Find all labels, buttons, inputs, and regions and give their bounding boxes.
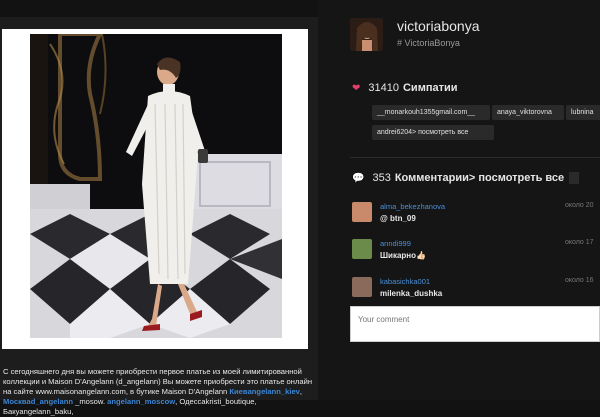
comment-bubble-icon: 💬 [352,172,365,184]
post-caption: С сегодняшнего дня вы можете приобрести … [3,367,313,417]
comment-username[interactable]: anndi999 [380,239,411,248]
likes-label: Симпатии [402,82,458,94]
profile-username[interactable]: victoriabonya [397,18,480,34]
comments-count: 353 [372,172,391,184]
comment-time: около 17 [565,239,594,246]
comments-header[interactable]: 💬 353 Комментарии> посмотреть все [352,172,564,184]
avatar-image [350,18,383,51]
caption-tag-moscow-2[interactable]: angelann_moscow [107,397,175,406]
comment-username[interactable]: alma_bekezhanova [380,202,445,211]
comment-item: anndi999 Шикарно👍🏻 около 17 [352,239,600,269]
post-panel: С сегодняшнего дня вы можете приобрести … [0,17,318,416]
commenter-avatar[interactable] [352,202,372,222]
comment-text: milenka_dushka [380,289,443,298]
comment-text: Шикарно👍🏻 [380,251,426,260]
caption-tag-kiev[interactable]: Киевangelann_kiev [229,387,300,396]
commenter-avatar[interactable] [352,277,372,297]
comments-label: Комментарии> посмотреть все [394,172,565,184]
divider [350,157,600,158]
caption-text: , [299,387,303,396]
comment-time: около 20 [565,202,594,209]
caption-tag-moscow[interactable]: Москвad_angelann [3,397,73,406]
profile-hashtag[interactable]: # VictoriaBonya [397,38,460,48]
comment-input[interactable]: Your comment [350,306,600,342]
like-user-chip[interactable]: lubnina [566,105,600,120]
heart-icon[interactable]: ❤ [352,83,360,94]
scroll-button[interactable] [569,172,579,184]
like-user-chip[interactable]: anaya_viktorovna [492,105,564,120]
comment-username[interactable]: kabasichka001 [380,277,430,286]
comment-input-placeholder: Your comment [358,315,410,324]
caption-text: _mosow. [72,397,108,406]
comment-item: kabasichka001 milenka_dushka около 16 [352,277,600,307]
like-user-chip[interactable]: __monarkouh1355gmail.com__ [372,105,490,120]
like-user-chip[interactable]: andrei6204> посмотреть все [372,125,494,140]
avatar[interactable] [350,18,383,51]
post-photo-illustration [30,34,282,338]
comment-text: @ btn_09 [380,214,416,223]
commenter-avatar[interactable] [352,239,372,259]
likes-header: ❤ 31410 Симпатии [352,82,458,94]
comment-item: alma_bekezhanova @ btn_09 около 20 [352,202,600,232]
likes-count: 31410 [368,82,399,94]
comment-time: около 16 [565,277,594,284]
post-photo[interactable] [30,34,282,338]
